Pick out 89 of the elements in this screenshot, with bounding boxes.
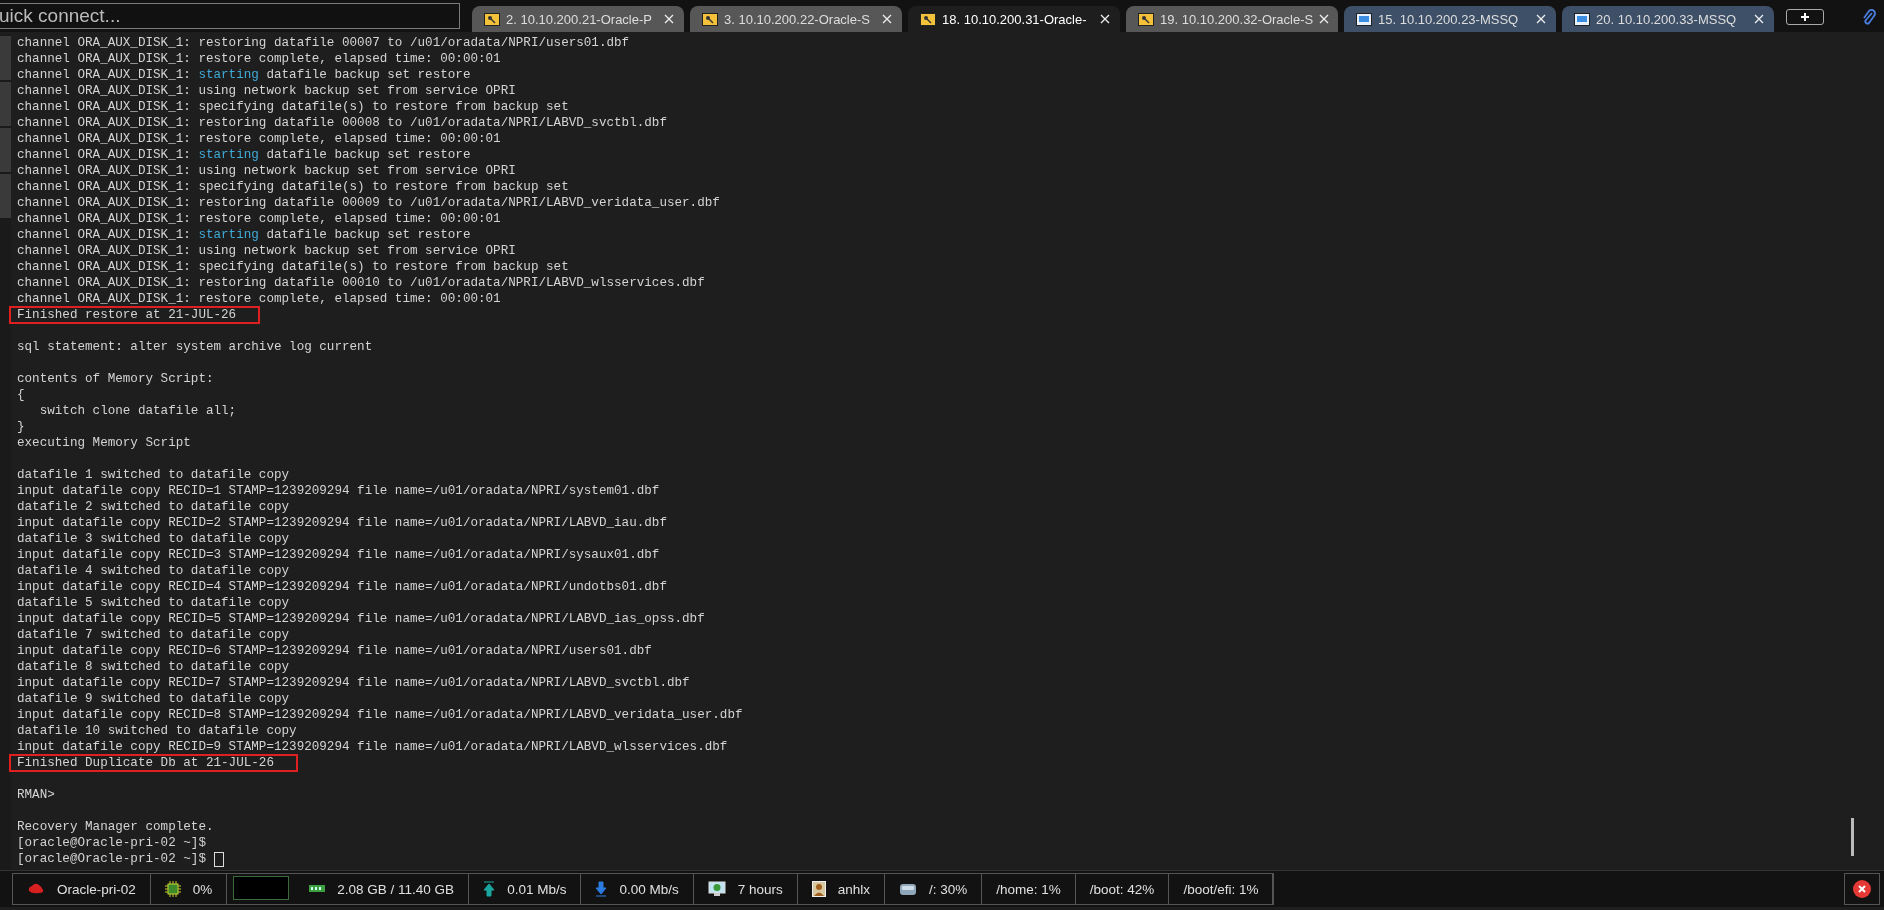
terminal-line: channel ORA_AUX_DISK_1: specifying datafile(s) to restore from backup set <box>17 259 569 275</box>
session-tab[interactable]: 15. 10.10.200.23-MSSQ <box>1344 6 1556 32</box>
terminal-line: datafile 1 switched to datafile copy <box>17 467 290 483</box>
terminal-line: channel ORA_AUX_DISK_1: restore complete, elapsed time: 00:00:01 <box>17 291 501 307</box>
session-tab[interactable]: 18. 10.10.200.31-Oracle- <box>908 6 1120 32</box>
terminal-line: input datafile copy RECID=3 STAMP=1239209294 file name=/u01/oradata/NPRI/sysaux01.dbf <box>17 547 660 563</box>
close-icon[interactable] <box>1853 880 1871 898</box>
terminal-line: executing Memory Script <box>17 435 191 451</box>
new-tab-button[interactable] <box>1786 9 1824 25</box>
scrollbar-thumb[interactable] <box>1851 818 1854 856</box>
status-text: 2.08 GB / 11.40 GB <box>337 881 455 897</box>
download-arrow-icon <box>595 881 608 897</box>
terminal-line: datafile 3 switched to datafile copy <box>17 531 290 547</box>
close-icon[interactable] <box>1100 14 1110 24</box>
terminal-line: RMAN> <box>17 787 55 803</box>
terminal-line: channel ORA_AUX_DISK_1: restoring datafile 00009 to /u01/oradata/NPRI/LABVD_veridata_user.dbf <box>17 195 720 211</box>
key-icon <box>484 12 500 26</box>
terminal-line: channel ORA_AUX_DISK_1: specifying datafile(s) to restore from backup set <box>17 99 569 115</box>
session-tab[interactable]: 2. 10.10.200.21-Oracle-P <box>472 6 684 32</box>
status-text: /home: 1% <box>996 881 1061 897</box>
terminal-line: channel ORA_AUX_DISK_1: starting datafile backup set restore <box>17 227 471 243</box>
key-icon <box>702 12 718 26</box>
terminal-line: datafile 10 switched to datafile copy <box>17 723 297 739</box>
status-text: 0.01 Mb/s <box>507 881 567 897</box>
terminal-line: datafile 9 switched to datafile copy <box>17 691 290 707</box>
paperclip-icon[interactable] <box>1862 8 1876 26</box>
terminal-line: input datafile copy RECID=8 STAMP=1239209294 file name=/u01/oradata/NPRI/LABVD_veridata_user.dbf <box>17 707 743 723</box>
terminal-line: input datafile copy RECID=4 STAMP=1239209294 file name=/u01/oradata/NPRI/undotbs01.dbf <box>17 579 667 595</box>
session-tab[interactable]: 19. 10.10.200.32-Oracle-S <box>1126 6 1338 32</box>
terminal-line: input datafile copy RECID=7 STAMP=1239209294 file name=/u01/oradata/NPRI/LABVD_svctbl.dbf <box>17 675 690 691</box>
terminal-line: channel ORA_AUX_DISK_1: restoring datafile 00008 to /u01/oradata/NPRI/LABVD_svctbl.dbf <box>17 115 667 131</box>
terminal-line: channel ORA_AUX_DISK_1: restoring datafile 00007 to /u01/oradata/NPRI/users01.dbf <box>17 35 630 51</box>
hat-icon <box>27 882 45 896</box>
terminal-line: channel ORA_AUX_DISK_1: specifying datafile(s) to restore from backup set <box>17 179 569 195</box>
session-tab[interactable]: 3. 10.10.200.22-Oracle-S <box>690 6 902 32</box>
terminal-line: channel ORA_AUX_DISK_1: restore complete, elapsed time: 00:00:01 <box>17 211 501 227</box>
status-text: /boot: 42% <box>1089 881 1155 897</box>
chip-icon <box>164 881 181 897</box>
terminal-line: input datafile copy RECID=1 STAMP=1239209294 file name=/u01/oradata/NPRI/system01.dbf <box>17 483 660 499</box>
monitor-icon <box>1356 12 1372 26</box>
user-icon <box>811 881 826 897</box>
terminal-line: channel ORA_AUX_DISK_1: restoring datafile 00010 to /u01/oradata/NPRI/LABVD_wlsservices.dbf <box>17 275 705 291</box>
status-text: 0% <box>192 881 213 897</box>
terminal-line: input datafile copy RECID=2 STAMP=1239209294 file name=/u01/oradata/NPRI/LABVD_iau.dbf <box>17 515 667 531</box>
terminal-line: [oracle@Oracle-pri-02 ~]$ <box>17 851 207 867</box>
terminal-line: { <box>17 387 25 403</box>
terminal-line: channel ORA_AUX_DISK_1: using network backup set from service OPRI <box>17 163 516 179</box>
monitor-icon <box>1574 12 1590 26</box>
close-icon[interactable] <box>882 14 892 24</box>
terminal-line: datafile 8 switched to datafile copy <box>17 659 290 675</box>
close-icon[interactable] <box>1319 14 1330 24</box>
terminal-line: contents of Memory Script: <box>17 371 214 387</box>
status-text: /: 30% <box>929 881 968 897</box>
cpu-graph <box>233 876 290 900</box>
terminal-line: channel ORA_AUX_DISK_1: using network backup set from service OPRI <box>17 83 516 99</box>
close-icon[interactable] <box>1536 14 1546 24</box>
terminal-line: Recovery Manager complete. <box>17 819 214 835</box>
terminal-line: [oracle@Oracle-pri-02 ~]$ <box>17 835 206 851</box>
upload-arrow-icon <box>483 881 496 897</box>
cursor <box>213 851 224 867</box>
plus-icon <box>1801 13 1809 21</box>
session-tab[interactable]: 20. 10.10.200.33-MSSQ <box>1562 6 1774 32</box>
terminal-line: channel ORA_AUX_DISK_1: restore complete, elapsed time: 00:00:01 <box>17 131 501 147</box>
status-text: 0.00 Mb/s <box>619 881 679 897</box>
terminal-line: channel ORA_AUX_DISK_1: starting datafile backup set restore <box>17 147 471 163</box>
terminal-line: switch clone datafile all; <box>38 403 237 419</box>
status-text: Oracle-pri-02 <box>57 881 136 897</box>
terminal-line: input datafile copy RECID=6 STAMP=1239209294 file name=/u01/oradata/NPRI/users01.dbf <box>17 643 652 659</box>
terminal-line: datafile 2 switched to datafile copy <box>17 499 290 515</box>
terminal-line: datafile 5 switched to datafile copy <box>17 595 290 611</box>
status-text: 7 hours <box>737 881 783 897</box>
key-icon <box>920 12 936 26</box>
terminal-line: datafile 4 switched to datafile copy <box>17 563 290 579</box>
terminal-line: input datafile copy RECID=5 STAMP=1239209294 file name=/u01/oradata/NPRI/LABVD_ias_opss.dbf <box>17 611 705 627</box>
close-icon[interactable] <box>664 14 674 24</box>
terminal-line: sql statement: alter system archive log current <box>17 339 373 355</box>
terminal-line: channel ORA_AUX_DISK_1: starting datafile backup set restore <box>17 67 471 83</box>
status-text: /boot/efi: 1% <box>1183 881 1259 897</box>
status-text: anhlx <box>837 881 870 897</box>
terminal-line: } <box>17 419 25 435</box>
monitor-clock-icon <box>707 881 726 897</box>
terminal-line: channel ORA_AUX_DISK_1: restore complete, elapsed time: 00:00:01 <box>17 51 501 67</box>
quick-connect-field[interactable]: uick connect... <box>0 3 460 29</box>
terminal-line: input datafile copy RECID=9 STAMP=1239209294 file name=/u01/oradata/NPRI/LABVD_wlsservices.dbf <box>17 739 728 755</box>
memory-icon <box>309 884 326 894</box>
close-icon[interactable] <box>1754 14 1764 24</box>
terminal-line: datafile 7 switched to datafile copy <box>17 627 290 643</box>
terminal-line: channel ORA_AUX_DISK_1: using network backup set from service OPRI <box>17 243 516 259</box>
key-icon <box>1138 12 1154 26</box>
